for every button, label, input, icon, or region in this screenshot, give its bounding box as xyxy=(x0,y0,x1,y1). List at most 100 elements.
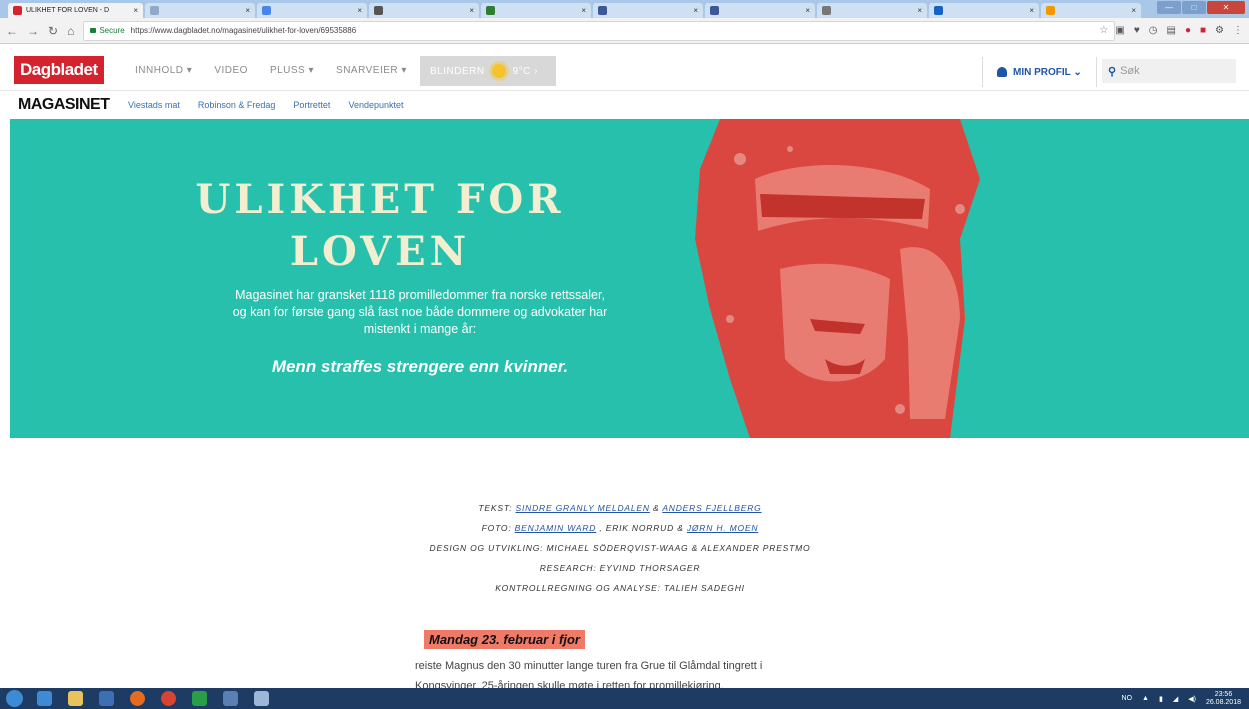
pocket-icon[interactable]: ♥ xyxy=(1134,25,1140,36)
tab-background[interactable]: × xyxy=(593,3,703,18)
close-tab-icon[interactable]: × xyxy=(239,6,250,15)
close-tab-icon[interactable]: × xyxy=(575,6,586,15)
credit-control: KONTROLLREGNING OG ANALYSE: TALIEH SADEG… xyxy=(495,583,745,593)
tab-active[interactable]: ULIKHET FOR LOVEN - D × xyxy=(8,3,143,18)
home-icon[interactable]: ⌂ xyxy=(67,24,74,38)
author-link[interactable]: SINDRE GRANLY MELDALEN xyxy=(516,503,650,513)
tab-strip: ULIKHET FOR LOVEN - D × × × × × × × × × … xyxy=(0,0,1249,18)
tab-favicon-icon xyxy=(1046,6,1055,15)
tab-background[interactable]: × xyxy=(481,3,591,18)
start-button-icon[interactable] xyxy=(6,690,23,707)
history-icon[interactable]: ◷ xyxy=(1149,25,1158,36)
menu-icon[interactable]: ⋮ xyxy=(1233,25,1243,36)
close-tab-icon[interactable]: × xyxy=(1125,6,1136,15)
section-link-robinson-fredag[interactable]: Robinson & Fredag xyxy=(198,100,276,110)
nav-video[interactable]: VIDEO xyxy=(214,65,248,76)
magasinet-brand[interactable]: MAGASINET xyxy=(18,96,110,114)
clock-date: 26.08.2018 xyxy=(1205,698,1241,706)
close-window-icon[interactable]: ✕ xyxy=(1207,1,1245,14)
file-explorer-icon[interactable] xyxy=(68,691,83,706)
reload-icon[interactable]: ↻ xyxy=(48,24,58,38)
tab-favicon-icon xyxy=(374,6,383,15)
tab-background[interactable]: × xyxy=(145,3,255,18)
extension-icon[interactable]: ▣ xyxy=(1115,25,1124,36)
tab-background[interactable]: × xyxy=(257,3,367,18)
profile-button[interactable]: MIN PROFIL ⌄ xyxy=(982,57,1097,87)
tab-background[interactable]: × xyxy=(705,3,815,18)
close-tab-icon[interactable]: × xyxy=(911,6,922,15)
dagbladet-logo[interactable]: Dagbladet xyxy=(14,56,104,84)
close-tab-icon[interactable]: × xyxy=(463,6,474,15)
minimize-icon[interactable]: — xyxy=(1157,1,1181,14)
credits-block: TEKST: SINDRE GRANLY MELDALEN & ANDERS F… xyxy=(300,498,940,598)
tab-favicon-icon xyxy=(486,6,495,15)
bookmark-star-icon[interactable]: ☆ xyxy=(1099,25,1114,36)
section-link-viestads-mat[interactable]: Viestads mat xyxy=(128,100,180,110)
hero-title-line: LOVEN xyxy=(289,228,471,275)
extension-icon[interactable]: ▤ xyxy=(1166,25,1175,36)
credit-text: TEKST: SINDRE GRANLY MELDALEN & ANDERS F… xyxy=(300,498,940,518)
credit-text-plain: , ERIK NORRUD & xyxy=(599,523,684,533)
close-tab-icon[interactable]: × xyxy=(687,6,698,15)
forward-icon[interactable]: → xyxy=(27,24,39,38)
show-hidden-icons-icon[interactable]: ▲ xyxy=(1142,695,1149,702)
hero-banner: ULIKHET FOR LOVEN Magasinet har gransket… xyxy=(10,119,1249,438)
settings-icon[interactable]: ⚙ xyxy=(1215,25,1224,36)
close-tab-icon[interactable]: × xyxy=(1023,6,1034,15)
section-link-vendepunktet[interactable]: Vendepunktet xyxy=(348,100,403,110)
credit-label: TEKST: xyxy=(478,503,513,513)
volume-icon[interactable]: ◀) xyxy=(1188,695,1196,703)
tab-title: ULIKHET FOR LOVEN - D xyxy=(26,7,110,14)
firefox-icon[interactable] xyxy=(130,691,145,706)
user-icon xyxy=(997,67,1007,77)
profile-label: MIN PROFIL ⌄ xyxy=(1013,66,1082,78)
sun-icon xyxy=(491,64,506,78)
tab-background[interactable]: × xyxy=(1041,3,1141,18)
tab-favicon-icon xyxy=(934,6,943,15)
credit-research: RESEARCH: EYVIND THORSAGER xyxy=(539,563,701,573)
extension-icon[interactable]: ● xyxy=(1185,25,1191,36)
weather-widget[interactable]: BLINDERN 9°C › xyxy=(420,56,556,86)
chrome-icon[interactable] xyxy=(161,691,176,706)
url-field[interactable]: Secure https://www.dagbladet.no/magasine… xyxy=(83,20,1116,41)
credit-design: DESIGN OG UTVIKLING: MICHAEL SÖDERQVIST-… xyxy=(429,543,811,553)
tab-favicon-icon xyxy=(822,6,831,15)
tab-favicon-icon xyxy=(150,6,159,15)
clock[interactable]: 23:56 26.08.2018 xyxy=(1206,691,1241,707)
nav-snarveier[interactable]: SNARVEIER ▾ xyxy=(336,65,407,76)
section-links: Viestads mat Robinson & Fredag Portrette… xyxy=(128,100,422,110)
maximize-icon[interactable]: □ xyxy=(1182,1,1206,14)
facebook-favicon-icon xyxy=(710,6,719,15)
close-tab-icon[interactable]: × xyxy=(799,6,810,15)
app-icon[interactable] xyxy=(223,691,238,706)
language-indicator[interactable]: NO xyxy=(1122,695,1133,702)
tab-background[interactable]: × xyxy=(369,3,479,18)
extension-toolbar: ▣ ♥ ◷ ▤ ● ■ ⚙ ⋮ xyxy=(1115,25,1249,36)
media-player-icon[interactable] xyxy=(99,691,114,706)
url-text: https://www.dagbladet.no/magasinet/ulikh… xyxy=(130,26,357,35)
hero-lede: Magasinet har gransket 1118 promilledomm… xyxy=(190,287,650,338)
tab-background[interactable]: × xyxy=(817,3,927,18)
nav-pluss[interactable]: PLUSS ▾ xyxy=(270,65,314,76)
nav-innhold[interactable]: INNHOLD ▾ xyxy=(135,65,192,76)
weather-place: BLINDERN xyxy=(430,65,485,77)
photographer-link[interactable]: BENJAMIN WARD xyxy=(515,523,597,533)
search-input[interactable]: ⚲ Søk xyxy=(1102,59,1236,83)
network-icon[interactable]: ▮ xyxy=(1159,695,1163,703)
secure-label: Secure xyxy=(99,26,125,35)
lede-line: Magasinet har gransket 1118 promilledomm… xyxy=(235,288,605,302)
tab-background[interactable]: × xyxy=(929,3,1039,18)
extension-icon[interactable]: ■ xyxy=(1200,25,1206,36)
app-icon[interactable] xyxy=(254,691,269,706)
internet-explorer-icon[interactable] xyxy=(37,691,52,706)
section-nav: MAGASINET Viestads mat Robinson & Fredag… xyxy=(0,94,1249,118)
back-icon[interactable]: ← xyxy=(6,24,18,38)
author-link[interactable]: ANDERS FJELLBERG xyxy=(662,503,761,513)
close-tab-icon[interactable]: × xyxy=(351,6,362,15)
photographer-link[interactable]: JØRN H. MOEN xyxy=(687,523,758,533)
section-link-portrettet[interactable]: Portrettet xyxy=(293,100,330,110)
signal-icon[interactable]: ◢ xyxy=(1173,695,1178,703)
dagbladet-favicon-icon xyxy=(13,6,22,15)
close-tab-icon[interactable]: × xyxy=(127,6,138,15)
app-icon[interactable] xyxy=(192,691,207,706)
